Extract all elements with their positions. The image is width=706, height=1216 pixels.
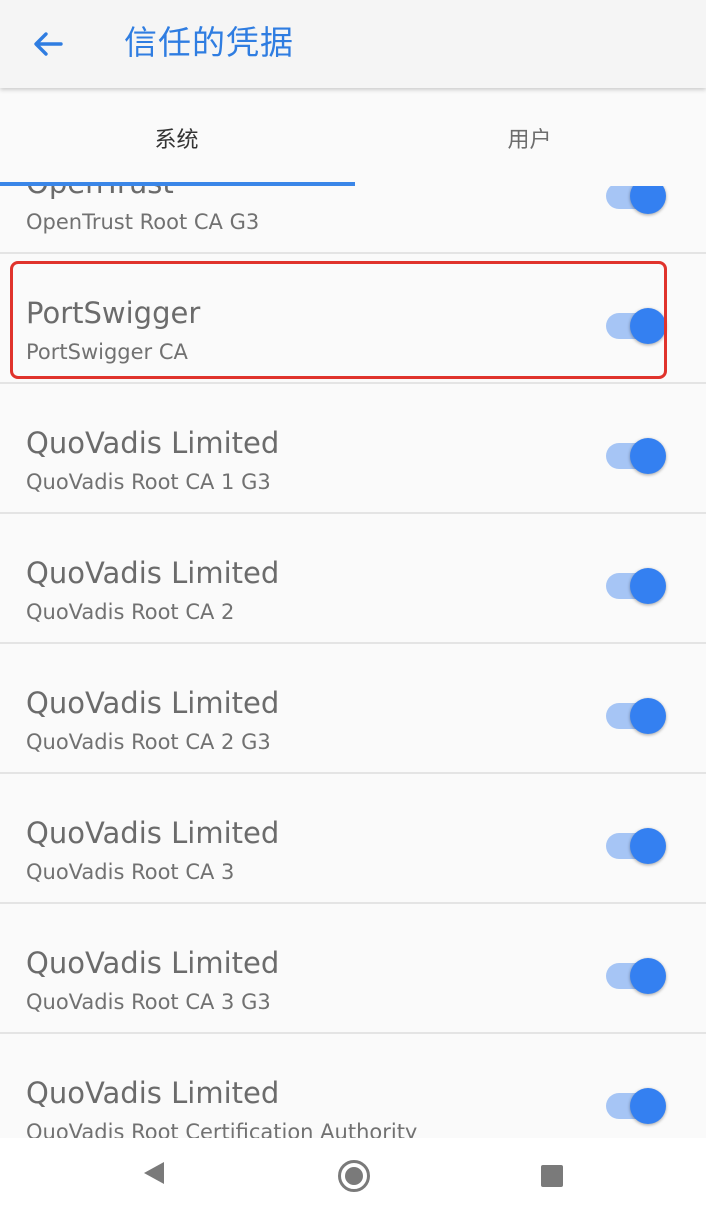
page-title: 信任的凭据 <box>124 23 294 62</box>
toggle-thumb <box>630 308 666 344</box>
back-button[interactable] <box>22 18 74 70</box>
certificate-org: QuoVadis Limited <box>26 556 280 590</box>
certificate-enable-toggle[interactable] <box>606 436 666 476</box>
certificate-enable-toggle[interactable] <box>606 1086 666 1126</box>
certificate-name: QuoVadis Root CA 2 <box>26 600 235 624</box>
tab-indicator <box>0 182 355 186</box>
certificate-org: QuoVadis Limited <box>26 946 280 980</box>
certificate-name: QuoVadis Root CA 3 <box>26 860 235 884</box>
toggle-thumb <box>630 438 666 474</box>
certificate-enable-toggle[interactable] <box>606 696 666 736</box>
certificate-row[interactable]: QuoVadis Limited QuoVadis Root CA 3 G3 <box>0 904 706 1034</box>
certificate-enable-toggle[interactable] <box>606 826 666 866</box>
tab-bar: 系统 用户 <box>0 90 706 186</box>
certificate-name: QuoVadis Root CA 3 G3 <box>26 990 271 1014</box>
certificate-org: QuoVadis Limited <box>26 816 280 850</box>
certificate-org: PortSwigger <box>26 296 201 330</box>
nav-home-dot <box>345 1167 363 1185</box>
certificate-row[interactable]: QuoVadis Limited QuoVadis Root CA 2 G3 <box>0 644 706 774</box>
certificate-row-portswigger[interactable]: PortSwigger PortSwigger CA <box>0 254 706 384</box>
certificate-name: QuoVadis Root CA 1 G3 <box>26 470 271 494</box>
certificate-list: OpenTrust OpenTrust Root CA G3 PortSwigg… <box>0 124 706 1164</box>
nav-back-icon[interactable] <box>144 1162 164 1184</box>
certificate-name: OpenTrust Root CA G3 <box>26 210 260 234</box>
certificate-row[interactable]: QuoVadis Limited QuoVadis Root CA 1 G3 <box>0 384 706 514</box>
certificate-enable-toggle[interactable] <box>606 566 666 606</box>
certificate-row[interactable]: QuoVadis Limited QuoVadis Root CA 3 <box>0 774 706 904</box>
toggle-thumb <box>630 568 666 604</box>
certificate-enable-toggle[interactable] <box>606 306 666 346</box>
certificate-enable-toggle[interactable] <box>606 956 666 996</box>
certificate-name: QuoVadis Root CA 2 G3 <box>26 730 271 754</box>
certificate-row[interactable]: QuoVadis Limited QuoVadis Root CA 2 <box>0 514 706 644</box>
toggle-thumb <box>630 1088 666 1124</box>
system-nav-bar <box>0 1138 706 1216</box>
toggle-thumb <box>630 828 666 864</box>
certificate-org: QuoVadis Limited <box>26 426 280 460</box>
certificate-name: PortSwigger CA <box>26 340 188 364</box>
arrow-left-icon <box>34 32 63 56</box>
tab-user[interactable]: 用户 <box>353 90 706 186</box>
certificate-org: QuoVadis Limited <box>26 686 280 720</box>
nav-home-icon[interactable] <box>338 1160 370 1192</box>
app-bar: 信任的凭据 <box>0 0 706 88</box>
certificate-org: QuoVadis Limited <box>26 1076 280 1110</box>
toggle-thumb <box>630 958 666 994</box>
nav-recents-icon[interactable] <box>541 1165 563 1187</box>
tab-system[interactable]: 系统 <box>0 90 353 186</box>
trusted-credentials-screen: OpenTrust OpenTrust Root CA G3 PortSwigg… <box>0 0 706 1216</box>
toggle-thumb <box>630 698 666 734</box>
